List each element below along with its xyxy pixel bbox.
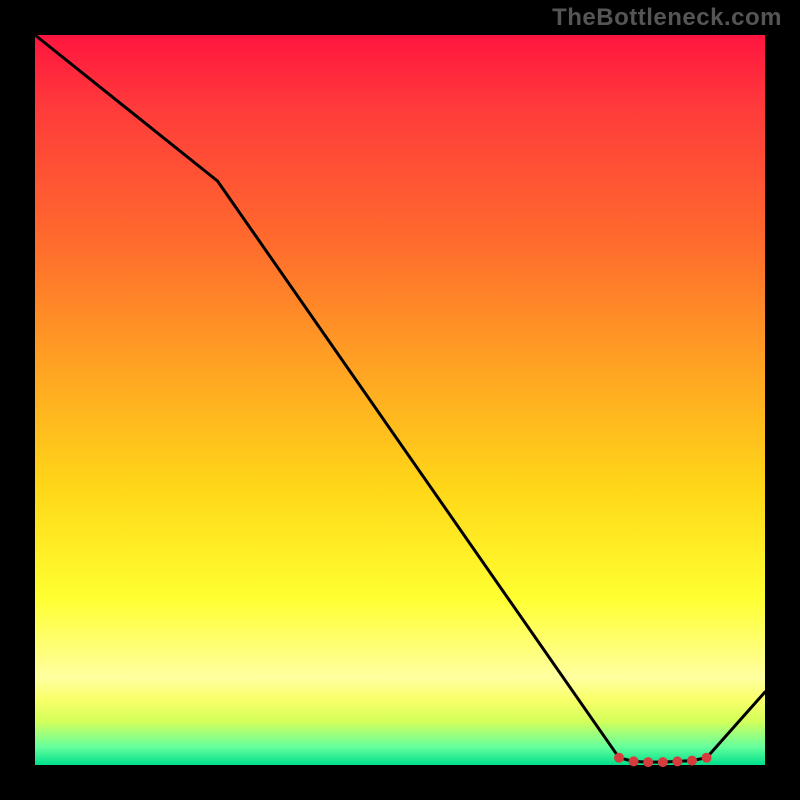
chart-marker [629, 756, 639, 766]
chart-line-group [35, 35, 765, 762]
chart-marker [614, 753, 624, 763]
watermark-text: TheBottleneck.com [552, 4, 782, 32]
chart-marker [687, 756, 697, 766]
chart-marker [643, 757, 653, 767]
chart-svg [35, 35, 765, 765]
chart-marker [672, 756, 682, 766]
plot-area [35, 35, 765, 765]
chart-frame: TheBottleneck.com [0, 0, 800, 800]
chart-marker [658, 757, 668, 767]
chart-line [35, 35, 765, 762]
chart-marker [702, 753, 712, 763]
